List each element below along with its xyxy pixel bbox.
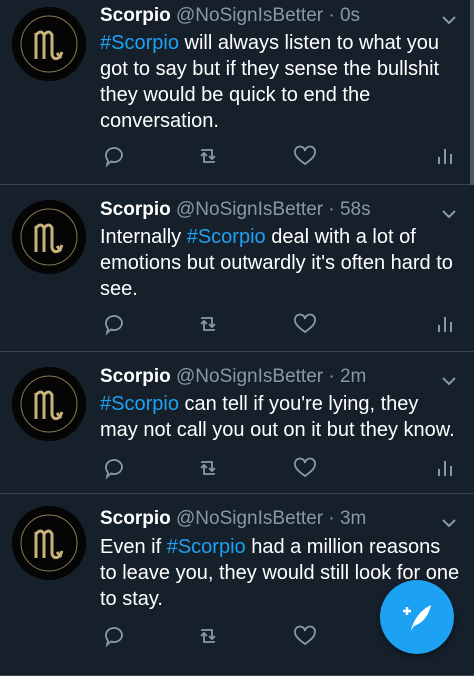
handle[interactable]: @NoSignIsBetter — [176, 366, 323, 387]
heart-icon[interactable] — [293, 312, 319, 336]
analytics-icon[interactable] — [433, 144, 459, 168]
hashtag-link[interactable]: #Scorpio — [100, 393, 179, 415]
tweet-actions — [100, 144, 460, 168]
timestamp[interactable]: 58s — [340, 199, 371, 220]
tweet-header: Scorpio @NoSignIsBetter · 3m — [100, 508, 460, 530]
hashtag-link[interactable]: #Scorpio — [100, 32, 179, 54]
reply-icon[interactable] — [102, 624, 128, 648]
hashtag-link[interactable]: #Scorpio — [167, 536, 246, 558]
scorpio-logo-icon — [12, 367, 86, 441]
chevron-down-icon[interactable] — [442, 206, 456, 219]
handle[interactable]: @NoSignIsBetter — [176, 5, 323, 26]
scrollbar[interactable] — [470, 0, 474, 185]
retweet-icon[interactable] — [196, 312, 222, 336]
heart-icon[interactable] — [293, 624, 319, 648]
timestamp[interactable]: 0s — [340, 5, 360, 26]
tweet-text-pre: Internally — [100, 226, 187, 248]
tweet-text: Internally #Scorpio deal with a lot of e… — [100, 224, 460, 302]
avatar[interactable] — [12, 506, 86, 580]
scorpio-logo-icon — [12, 506, 86, 580]
retweet-icon[interactable] — [196, 624, 222, 648]
tweet[interactable]: Scorpio @NoSignIsBetter · 0s #Scorpio wi… — [0, 0, 474, 185]
separator: · — [328, 508, 335, 529]
tweet-header: Scorpio @NoSignIsBetter · 2m — [100, 366, 460, 388]
retweet-icon[interactable] — [196, 144, 222, 168]
avatar[interactable] — [12, 7, 86, 81]
hashtag-link[interactable]: #Scorpio — [187, 226, 266, 248]
timestamp[interactable]: 2m — [340, 366, 366, 387]
separator: · — [328, 5, 335, 26]
display-name[interactable]: Scorpio — [100, 508, 171, 529]
tweet-actions — [100, 456, 460, 480]
heart-icon[interactable] — [293, 456, 319, 480]
handle[interactable]: @NoSignIsBetter — [176, 199, 323, 220]
reply-icon[interactable] — [102, 144, 128, 168]
reply-icon[interactable] — [102, 312, 128, 336]
tweet-header: Scorpio @NoSignIsBetter · 58s — [100, 199, 460, 221]
chevron-down-icon[interactable] — [442, 515, 456, 528]
separator: · — [328, 199, 335, 220]
chevron-down-icon[interactable] — [442, 373, 456, 386]
tweet[interactable]: Scorpio @NoSignIsBetter · 2m #Scorpio ca… — [0, 352, 474, 494]
heart-icon[interactable] — [293, 144, 319, 168]
compose-tweet-button[interactable] — [380, 580, 454, 654]
analytics-icon[interactable] — [433, 312, 459, 336]
avatar[interactable] — [12, 367, 86, 441]
tweet-text-pre: Even if — [100, 536, 167, 558]
compose-tweet-icon — [403, 605, 431, 631]
tweet-header: Scorpio @NoSignIsBetter · 0s — [100, 5, 460, 27]
display-name[interactable]: Scorpio — [100, 5, 171, 26]
handle[interactable]: @NoSignIsBetter — [176, 508, 323, 529]
analytics-icon[interactable] — [433, 456, 459, 480]
tweet-text: #Scorpio can tell if you're lying, they … — [100, 391, 460, 443]
tweet[interactable]: Scorpio @NoSignIsBetter · 58s Internally… — [0, 185, 474, 352]
display-name[interactable]: Scorpio — [100, 366, 171, 387]
reply-icon[interactable] — [102, 456, 128, 480]
chevron-down-icon[interactable] — [442, 12, 456, 25]
scorpio-logo-icon — [12, 7, 86, 81]
timeline: Scorpio @NoSignIsBetter · 0s #Scorpio wi… — [0, 0, 474, 676]
retweet-icon[interactable] — [196, 456, 222, 480]
avatar[interactable] — [12, 200, 86, 274]
display-name[interactable]: Scorpio — [100, 199, 171, 220]
separator: · — [328, 366, 335, 387]
scorpio-logo-icon — [12, 200, 86, 274]
tweet-actions — [100, 312, 460, 336]
tweet-text: #Scorpio will always listen to what you … — [100, 30, 460, 134]
timestamp[interactable]: 3m — [340, 508, 366, 529]
